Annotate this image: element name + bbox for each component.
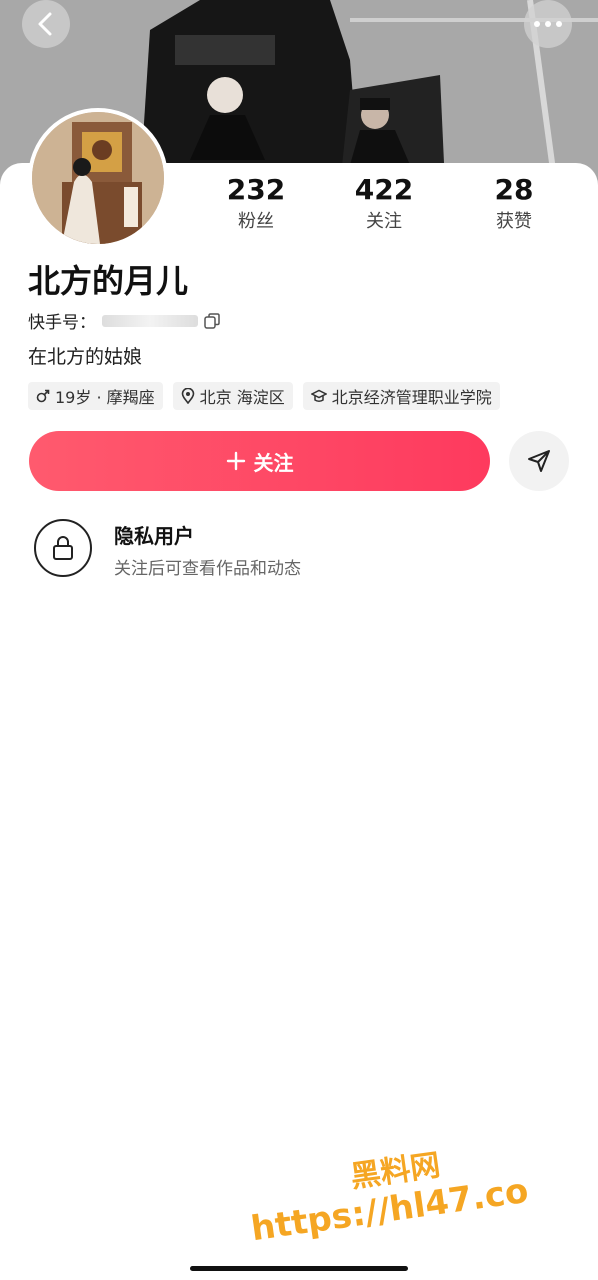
- more-button[interactable]: [524, 0, 572, 48]
- back-button[interactable]: [22, 0, 70, 48]
- tag-location: 北京 海淀区: [172, 382, 293, 410]
- location-pin-icon: [181, 388, 194, 404]
- home-indicator[interactable]: [190, 1266, 408, 1271]
- privacy-lock-badge: [34, 519, 92, 577]
- profile-bio: 在北方的姑娘: [28, 346, 143, 368]
- followers-label: 粉丝: [238, 211, 274, 232]
- follow-button[interactable]: 关注: [29, 431, 490, 491]
- avatar[interactable]: [28, 108, 168, 248]
- following-count: 422: [354, 173, 414, 206]
- likes-label: 获赞: [496, 211, 532, 232]
- profile-name: 北方的月儿: [28, 262, 189, 300]
- follow-label: 关注: [253, 450, 294, 475]
- tag-school-text: 北京经济管理职业学院: [331, 388, 492, 407]
- privacy-subtitle: 关注后可查看作品和动态: [114, 559, 301, 579]
- user-id-redacted: [102, 314, 198, 327]
- chevron-left-icon: [38, 12, 52, 36]
- tag-location-text: 北京 海淀区: [199, 388, 285, 407]
- user-id-label: 快手号：: [28, 313, 96, 333]
- lock-icon: [53, 536, 73, 560]
- tag-school: 北京经济管理职业学院: [302, 382, 500, 410]
- graduation-cap-icon: [310, 389, 327, 402]
- plus-icon: [226, 451, 245, 471]
- send-icon: [528, 450, 550, 472]
- male-icon: [36, 389, 50, 403]
- tag-age-text: 19岁 · 摩羯座: [55, 388, 155, 407]
- followers-count: 232: [226, 173, 286, 206]
- following-label: 关注: [366, 211, 402, 232]
- copy-icon[interactable]: [204, 312, 220, 329]
- tag-age: 19岁 · 摩羯座: [28, 382, 163, 410]
- user-id-row: 快手号：: [28, 308, 220, 333]
- watermark: 黑料网 https://hl47.co: [249, 1140, 570, 1250]
- privacy-title: 隐私用户: [114, 524, 194, 548]
- share-button[interactable]: [509, 431, 569, 491]
- profile-tags: 19岁 · 摩羯座 北京 海淀区 北京经济管理职业学院: [28, 382, 500, 410]
- stat-followers[interactable]: 232 粉丝: [201, 172, 311, 236]
- stat-following[interactable]: 422 关注: [329, 172, 439, 236]
- stat-likes[interactable]: 28 获赞: [459, 172, 569, 236]
- likes-count: 28: [494, 173, 534, 206]
- ellipsis-icon: [534, 21, 562, 27]
